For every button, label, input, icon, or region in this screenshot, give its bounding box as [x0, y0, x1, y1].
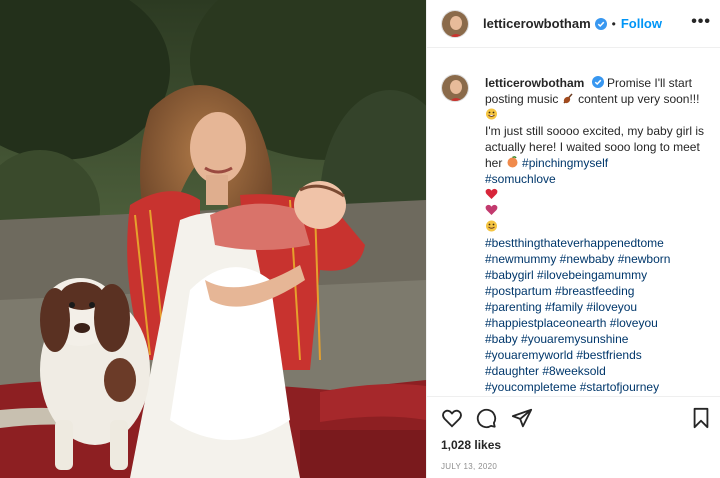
hashtag-link[interactable]: #parenting #family #iloveyou — [485, 299, 709, 315]
hashtag-link[interactable]: #baby #youaremysunshine — [485, 331, 709, 347]
separator-dot: • — [611, 16, 616, 31]
likes-count[interactable]: 1,028 likes — [441, 438, 501, 452]
caption-line-1b: content up very soon!!! — [578, 92, 700, 106]
avatar[interactable] — [441, 9, 469, 38]
hashtag-link[interactable]: #somuchlove — [485, 171, 709, 187]
caption-avatar[interactable] — [441, 74, 469, 102]
smiling-face-icon — [486, 220, 497, 232]
post-date: JULY 13, 2020 — [441, 462, 498, 471]
post-sidebar: letticerowbotham • Follow ••• letticerow… — [426, 0, 720, 478]
action-bar — [427, 396, 720, 442]
hashtag-list: #bestthingthateverhappenedtome #newmummy… — [485, 235, 709, 394]
hashtag-link[interactable]: #happiestplaceonearth #loveyou — [485, 315, 709, 331]
emoji-heart-line — [485, 203, 709, 219]
hashtag-link[interactable]: #youaremyworld #bestfriends — [485, 347, 709, 363]
paper-plane-icon[interactable] — [511, 407, 533, 429]
hashtag-link[interactable]: #daughter #8weeksold — [485, 363, 709, 379]
hashtag-link[interactable]: #bestthingthateverhappenedtome — [485, 235, 709, 251]
post-header: letticerowbotham • Follow ••• — [427, 0, 720, 48]
verified-badge-icon — [591, 76, 604, 88]
emoji-heart-line — [485, 187, 709, 203]
mother-baby-dog-photo — [0, 0, 426, 478]
more-options-button[interactable]: ••• — [691, 13, 711, 31]
hashtag-link[interactable]: #pinchingmyself — [522, 156, 608, 170]
bookmark-icon[interactable] — [691, 407, 711, 429]
post-photo[interactable] — [0, 0, 426, 478]
caption-username-link[interactable]: letticerowbotham — [485, 76, 584, 90]
hashtag-link[interactable]: #postpartum #breastfeeding — [485, 283, 709, 299]
hashtag-link[interactable]: #newmummy #newbaby #newborn — [485, 251, 709, 267]
comment-icon[interactable] — [475, 407, 497, 429]
hashtag-link[interactable]: #babygirl #ilovebeingamummy — [485, 267, 709, 283]
grinning-face-icon — [486, 108, 497, 120]
emoji-face-line — [485, 219, 709, 235]
peach-icon — [507, 156, 518, 168]
sparkling-heart-icon — [485, 204, 498, 215]
caption-text: letticerowbotham Promise I'll start post… — [485, 75, 709, 394]
red-heart-icon — [485, 188, 498, 199]
hashtag-list: #somuchlove — [485, 171, 709, 187]
follow-button[interactable]: Follow — [621, 16, 662, 31]
caption-section: letticerowbotham Promise I'll start post… — [427, 64, 720, 394]
verified-badge-icon — [594, 17, 607, 30]
heart-icon[interactable] — [441, 407, 463, 429]
violin-icon — [563, 93, 573, 104]
hashtag-link[interactable]: #youcompleteme #startofjourney — [485, 379, 709, 394]
username-link[interactable]: letticerowbotham — [483, 16, 591, 31]
